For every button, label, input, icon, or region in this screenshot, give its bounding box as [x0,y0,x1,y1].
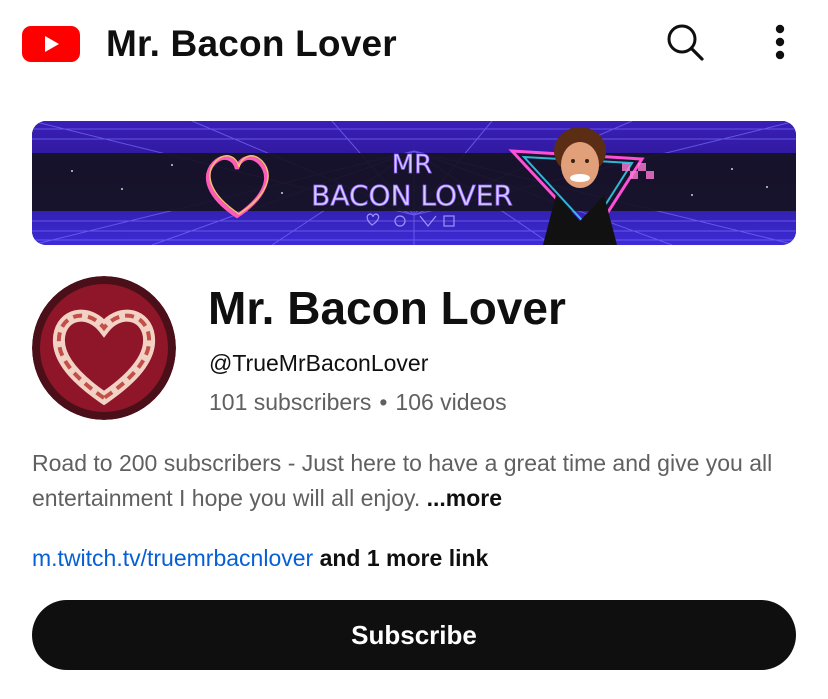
channel-avatar[interactable] [32,276,176,420]
youtube-logo-icon[interactable] [22,26,80,62]
more-vert-icon [775,24,785,60]
video-count: 106 videos [395,389,507,415]
channel-stats: 101 subscribers • 106 videos [209,387,507,417]
channel-banner: MR BACON LOVER [32,121,796,245]
channel-handle: @TrueMrBaconLover [209,350,429,376]
channel-links: m.twitch.tv/truemrbacnlover and 1 more l… [32,542,488,574]
channel-name: Mr. Bacon Lover [208,282,566,334]
more-options-button[interactable] [758,18,802,68]
search-button[interactable] [660,18,710,68]
subscriber-count: 101 subscribers [209,389,372,415]
search-icon [667,24,704,61]
description-more-button[interactable]: ...more [427,485,502,511]
more-links-button[interactable]: and 1 more link [313,545,489,571]
bacon-heart-icon [32,276,176,420]
twitch-link[interactable]: m.twitch.tv/truemrbacnlover [32,545,313,571]
description-text: Road to 200 subscribers - Just here to h… [32,450,773,511]
subscribe-button[interactable]: Subscribe [32,600,796,670]
app-bar-title: Mr. Bacon Lover [106,23,397,64]
banner-text-line2: BACON LOVER [311,179,513,212]
top-app-bar: Mr. Bacon Lover [0,0,828,88]
channel-description[interactable]: Road to 200 subscribers - Just here to h… [32,446,802,516]
banner-text-line1: MR [392,150,433,180]
stats-separator: • [379,389,388,415]
